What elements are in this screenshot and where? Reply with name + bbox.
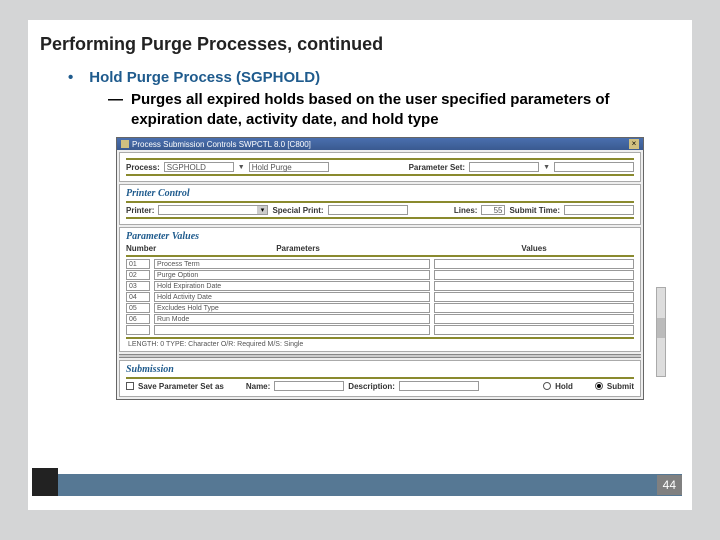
process-panel: Process: SGPHOLD ▼ Hold Purge Parameter … [119,152,641,182]
bullet-dot-icon: • [68,69,73,86]
param-name [154,325,430,335]
submit-time-field[interactable] [564,205,634,215]
process-label: Process: [126,163,160,172]
submission-panel: Submission Save Parameter Set as Name: D… [119,360,641,397]
param-name: Hold Activity Date [154,292,430,302]
name-label: Name: [246,382,270,391]
slide-title: Performing Purge Processes, continued [28,20,692,55]
special-print-label: Special Print: [272,206,323,215]
submission-title: Submission [126,364,634,375]
param-row: 03 Hold Expiration Date [126,281,634,291]
param-num[interactable]: 04 [126,292,150,302]
footer-accent-icon [32,468,58,496]
param-value[interactable] [434,259,634,269]
divider [126,158,634,160]
bullet-item: • Hold Purge Process (SGPHOLD) [68,69,668,86]
param-row: 04 Hold Activity Date [126,292,634,302]
printer-label: Printer: [126,206,154,215]
save-param-label: Save Parameter Set as [138,382,224,391]
special-print-field[interactable] [328,205,408,215]
submit-time-label: Submit Time: [509,206,560,215]
save-param-checkbox[interactable] [126,382,134,390]
printer-panel: Printer Control Printer: ▾ Special Print… [119,184,641,225]
scrollbar-thumb[interactable] [657,318,665,338]
close-icon[interactable]: × [629,139,639,149]
lines-label: Lines: [454,206,478,215]
param-num[interactable]: 01 [126,259,150,269]
name-field[interactable] [274,381,344,391]
app-icon [121,140,129,148]
window-titlebar[interactable]: Process Submission Controls SWPCTL 8.0 [… [117,138,643,150]
col-parameters: Parameters [162,244,434,253]
param-name: Purge Option [154,270,430,280]
param-row: 05 Excludes Hold Type [126,303,634,313]
param-num[interactable] [126,325,150,335]
printer-dropdown[interactable]: ▾ [158,205,268,215]
bullet-text: Hold Purge Process (SGPHOLD) [89,69,320,86]
divider [126,201,634,203]
param-name: Run Mode [154,314,430,324]
param-value[interactable] [434,303,634,313]
slide-body: • Hold Purge Process (SGPHOLD) — Purges … [28,55,692,400]
divider [126,255,634,257]
printer-section-title: Printer Control [126,188,634,199]
param-num[interactable]: 06 [126,314,150,324]
param-name: Excludes Hold Type [154,303,430,313]
param-num[interactable]: 03 [126,281,150,291]
lines-field[interactable]: 55 [481,205,505,215]
length-info: LENGTH: 0 TYPE: Character O/R: Required … [128,341,634,348]
divider [126,174,634,176]
param-name: Hold Expiration Date [154,281,430,291]
param-num[interactable]: 05 [126,303,150,313]
param-section-title: Parameter Values [126,231,634,242]
col-number: Number [126,244,162,253]
param-value[interactable] [434,314,634,324]
param-num[interactable]: 02 [126,270,150,280]
chevron-down-icon: ▾ [257,206,267,214]
param-row: 06 Run Mode [126,314,634,324]
subbullet-item: — Purges all expired holds based on the … [68,90,668,129]
footer-bar: 44 [38,474,682,496]
desc-label: Description: [348,382,395,391]
embedded-screenshot: Process Submission Controls SWPCTL 8.0 [… [68,137,668,400]
process-field[interactable]: SGPHOLD [164,162,234,172]
paramset-label: Parameter Set: [409,163,465,172]
page-number: 44 [657,475,682,495]
hold-radio[interactable] [543,382,551,390]
param-row: 01 Process Term [126,259,634,269]
desc-field[interactable] [399,381,479,391]
divider [126,337,634,339]
param-value[interactable] [434,292,634,302]
panel-separator [119,354,641,358]
slide-container: Performing Purge Processes, continued • … [28,20,692,510]
scrollbar[interactable] [656,287,666,377]
process-desc-field: Hold Purge [249,162,329,172]
submit-radio[interactable] [595,382,603,390]
param-row [126,325,634,335]
divider [126,217,634,219]
paramset-field[interactable] [469,162,539,172]
param-value[interactable] [434,281,634,291]
param-value[interactable] [434,325,634,335]
paramset-desc-field [554,162,634,172]
subbullet-text: Purges all expired holds based on the us… [131,90,668,129]
window-title: Process Submission Controls SWPCTL 8.0 [… [132,140,311,149]
submit-label: Submit [607,382,634,391]
col-values: Values [434,244,634,253]
param-value[interactable] [434,270,634,280]
parameters-panel: Parameter Values Number Parameters Value… [119,227,641,352]
param-header-row: Number Parameters Values [126,244,634,253]
param-row: 02 Purge Option [126,270,634,280]
hold-label: Hold [555,382,573,391]
param-name: Process Term [154,259,430,269]
dash-icon: — [108,90,123,129]
divider [126,377,634,379]
